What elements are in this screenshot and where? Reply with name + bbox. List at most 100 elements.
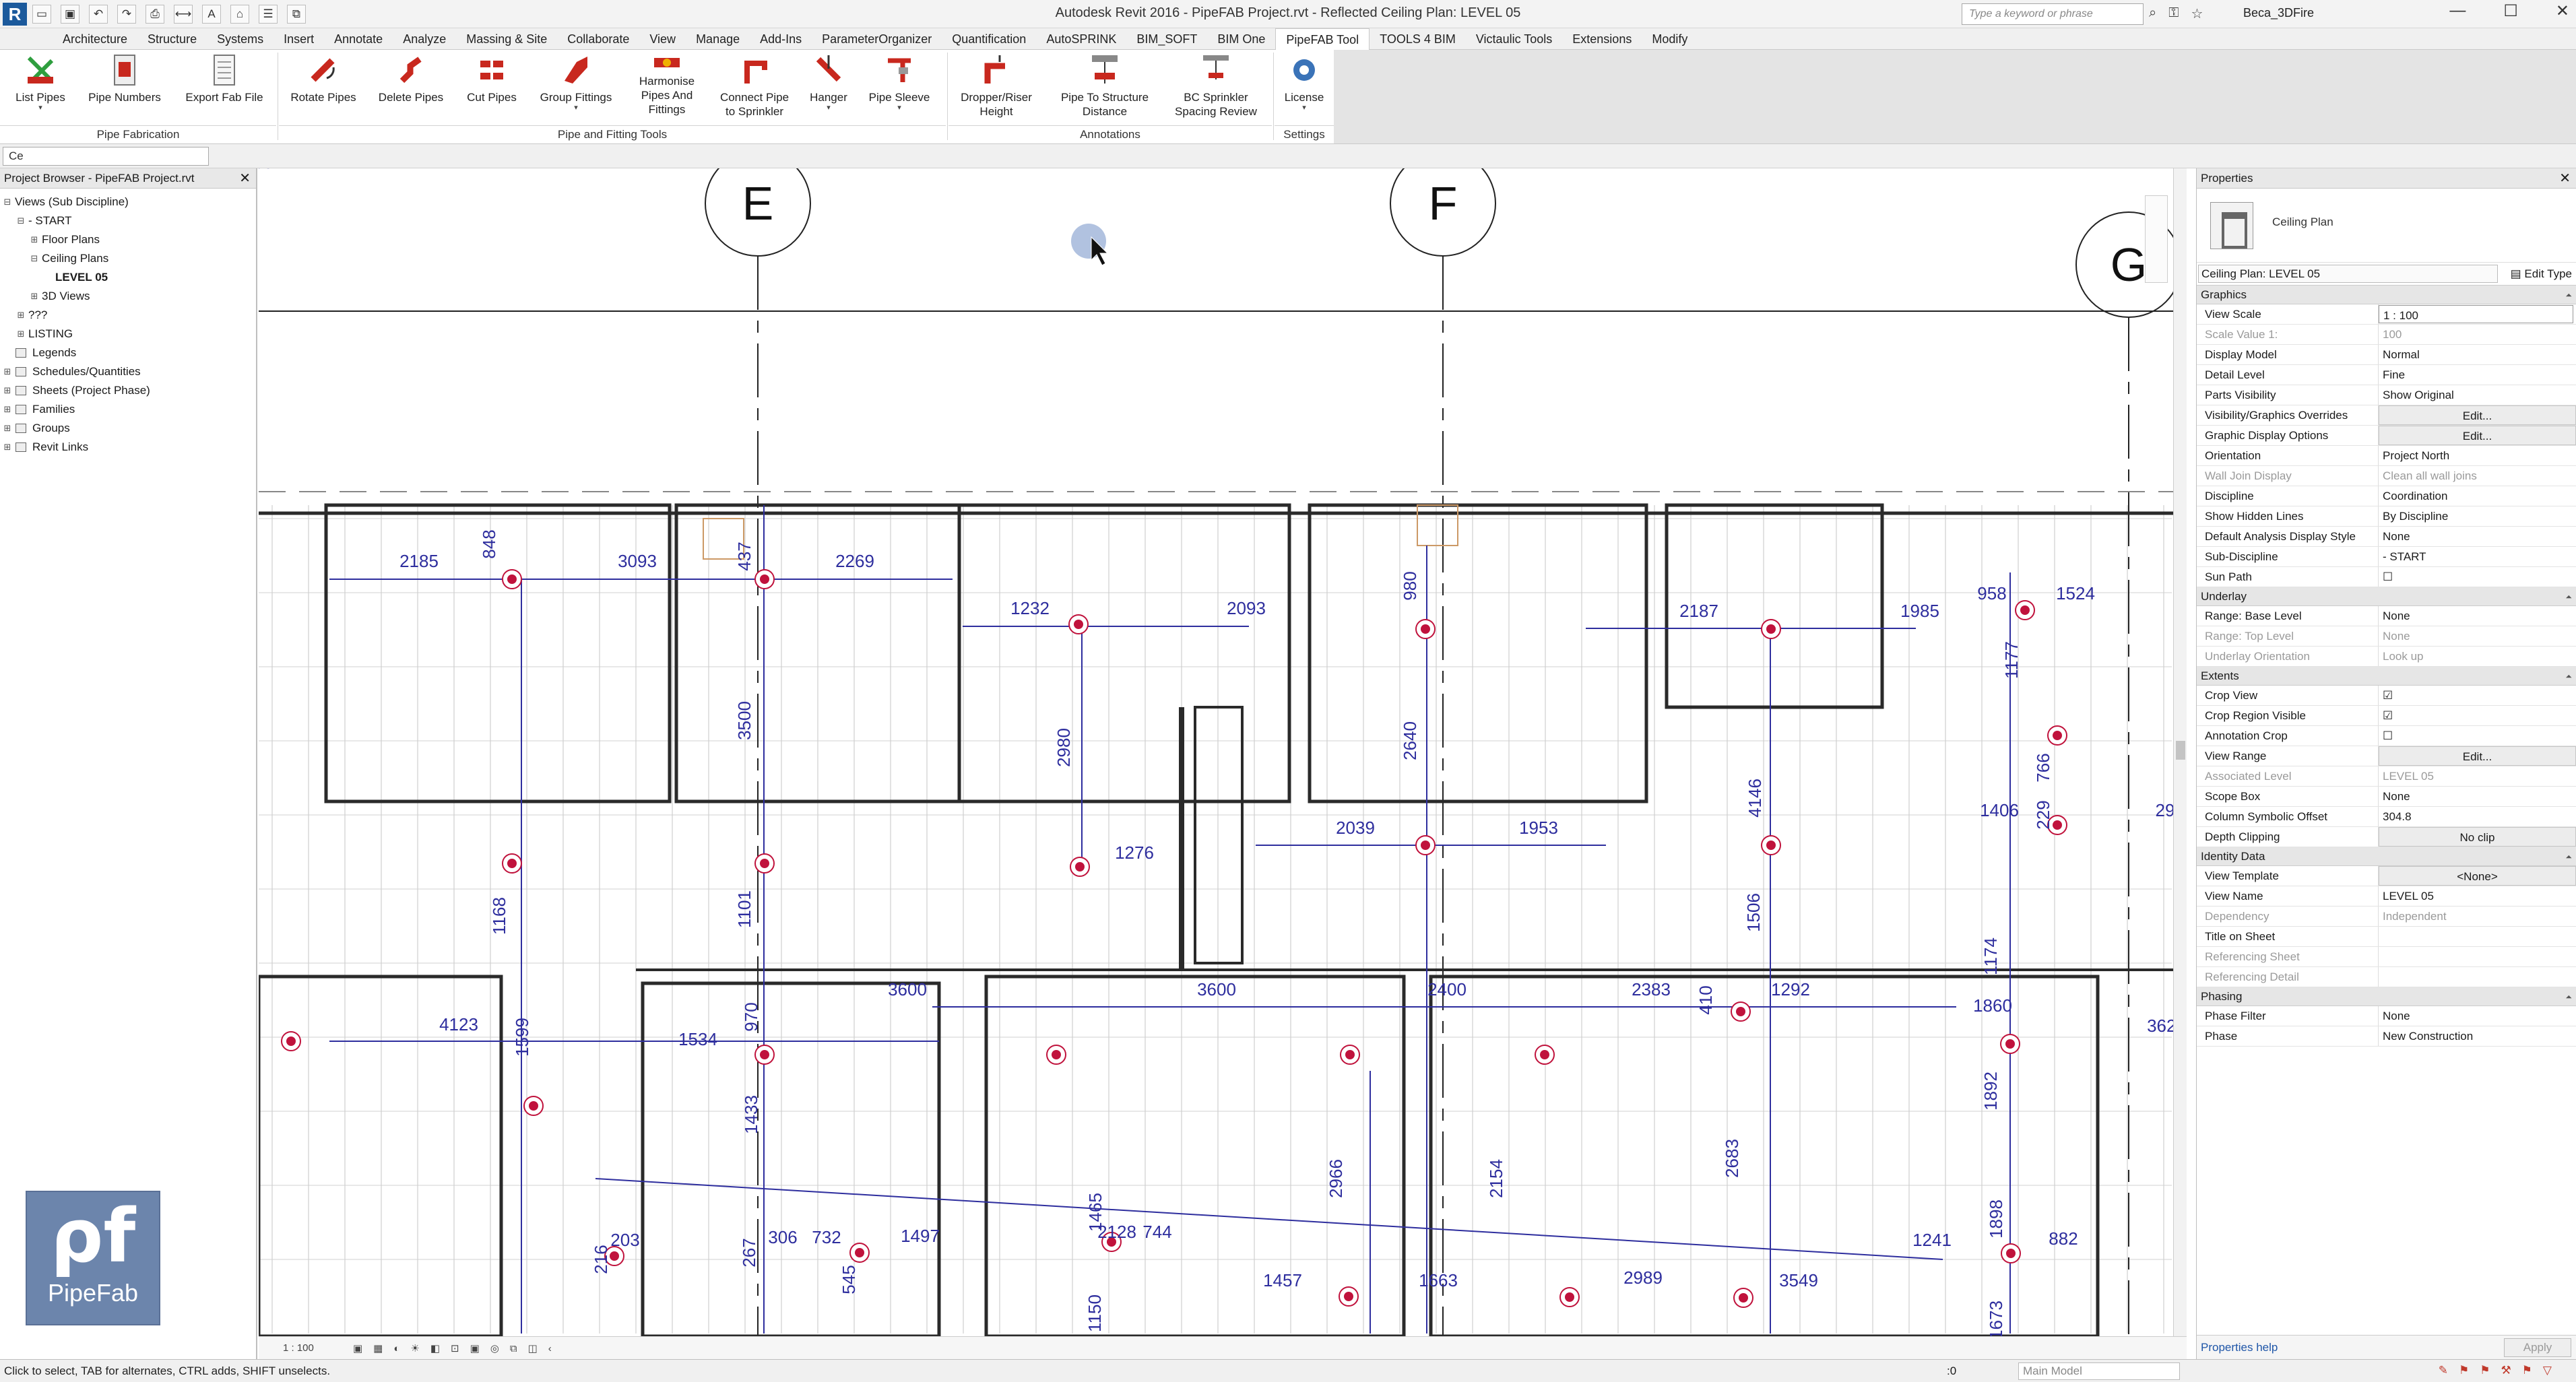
tab-modify[interactable]: Modify	[1642, 28, 1698, 50]
property-value[interactable]: LEVEL 05	[2379, 886, 2576, 906]
expand-toggle-icon[interactable]: ⊞	[3, 438, 12, 457]
property-value[interactable]: By Discipline	[2379, 506, 2576, 526]
property-value[interactable]: ☐	[2379, 726, 2576, 746]
property-value[interactable]: ☑	[2379, 686, 2576, 705]
browser-item[interactable]: ⊞ Groups	[0, 419, 256, 438]
type-selector[interactable]: Ce	[3, 147, 209, 166]
print-icon[interactable]: ⎙	[146, 5, 164, 24]
expand-toggle-icon[interactable]: ⊞	[16, 325, 26, 343]
revit-app-icon[interactable]: R	[3, 3, 27, 26]
browser-item[interactable]: ⊟ - START	[0, 211, 256, 230]
reflected-ceiling-plan[interactable]: E F G 2185 3093 2269 848 437 3500 1101 1168 1232 209…	[259, 168, 2187, 1336]
hanger-button[interactable]: Hanger ▾	[802, 53, 856, 112]
property-value[interactable]: Fine	[2379, 365, 2576, 385]
close-icon[interactable]: ✕	[2559, 168, 2571, 189]
user-account[interactable]: Beca_3DFire	[2243, 6, 2314, 20]
close-icon[interactable]: ✕	[239, 168, 251, 189]
tab-view[interactable]: View	[639, 28, 686, 50]
selection-filter-icons[interactable]: ✎⚑⚑⚒⚑▽	[2439, 1364, 2563, 1377]
tab-insert[interactable]: Insert	[273, 28, 324, 50]
subscription-icon[interactable]: ⚿	[2168, 5, 2179, 22]
tab-extensions[interactable]: Extensions	[1562, 28, 1642, 50]
property-edit-button[interactable]: Edit...	[2379, 426, 2576, 445]
browser-item[interactable]: Legends	[0, 343, 256, 362]
group-fittings-button[interactable]: Group Fittings ▾	[532, 53, 620, 112]
property-value[interactable]: - START	[2379, 547, 2576, 566]
tab-parameterorganizer[interactable]: ParameterOrganizer	[812, 28, 942, 50]
text-icon[interactable]: A	[202, 5, 221, 24]
property-value[interactable]: 304.8	[2379, 807, 2576, 826]
tab-collaborate[interactable]: Collaborate	[557, 28, 639, 50]
property-value[interactable]: ☑	[2379, 706, 2576, 725]
property-group-header[interactable]: Graphics	[2197, 286, 2576, 304]
browser-item[interactable]: LEVEL 05	[0, 268, 256, 287]
property-edit-button[interactable]: Edit...	[2379, 405, 2576, 425]
pipe-to-structure-button[interactable]: Pipe To Structure Distance	[1058, 53, 1152, 119]
3d-view-icon[interactable]: ⌂	[230, 5, 249, 24]
property-value[interactable]: None	[2379, 606, 2576, 626]
harmonise-button[interactable]: Harmonise Pipes And Fittings	[626, 53, 707, 117]
property-group-header[interactable]: Phasing	[2197, 987, 2576, 1006]
expand-toggle-icon[interactable]: ⊟	[30, 249, 39, 268]
browser-item[interactable]: ⊟ Views (Sub Discipline)	[0, 193, 256, 211]
tab-massing-site[interactable]: Massing & Site	[456, 28, 557, 50]
favorites-icon[interactable]: ☆	[2191, 5, 2203, 22]
tab-manage[interactable]: Manage	[686, 28, 750, 50]
minimize-icon[interactable]: —	[2449, 1, 2466, 21]
measure-icon[interactable]: ⟷	[174, 5, 193, 24]
tab-annotate[interactable]: Annotate	[324, 28, 393, 50]
property-edit-button[interactable]: No clip	[2379, 827, 2576, 847]
expand-toggle-icon[interactable]: ⊟	[16, 211, 26, 230]
browser-item[interactable]: ⊞ LISTING	[0, 325, 256, 343]
rotate-pipes-button[interactable]: Rotate Pipes	[283, 53, 364, 104]
tab-add-ins[interactable]: Add-Ins	[750, 28, 812, 50]
property-value[interactable]: None	[2379, 1006, 2576, 1026]
expand-toggle-icon[interactable]: ⊞	[3, 400, 12, 419]
browser-item[interactable]: ⊟ Ceiling Plans	[0, 249, 256, 268]
expand-toggle-icon[interactable]: ⊞	[3, 419, 12, 438]
save-icon[interactable]: ▣	[61, 5, 79, 24]
property-value[interactable]: New Construction	[2379, 1026, 2576, 1046]
drawing-canvas[interactable]: E F G 2185 3093 2269 848 437 3500 1101 1168 1232 209…	[259, 168, 2187, 1359]
expand-toggle-icon[interactable]: ⊞	[3, 362, 12, 381]
instance-selector[interactable]: Ceiling Plan: LEVEL 05	[2198, 265, 2498, 283]
expand-toggle-icon[interactable]: ⊞	[30, 287, 39, 306]
export-fab-file-button[interactable]: Export Fab File	[181, 53, 268, 104]
browser-item[interactable]: ⊞ Families	[0, 400, 256, 419]
maximize-icon[interactable]: ☐	[2503, 1, 2518, 21]
property-group-header[interactable]: Extents	[2197, 667, 2576, 686]
binoculars-icon[interactable]: ⌕	[2149, 5, 2156, 22]
property-group-header[interactable]: Underlay	[2197, 587, 2576, 606]
view-control-icons[interactable]: ▣▦◐☀◧⊡▣◎⧉◫‹	[353, 1342, 562, 1354]
expand-toggle-icon[interactable]: ⊟	[3, 193, 12, 211]
cut-pipes-button[interactable]: Cut Pipes	[458, 53, 525, 104]
property-value[interactable]: 1 : 100	[2379, 305, 2573, 323]
thin-lines-icon[interactable]: ☰	[259, 5, 278, 24]
redo-icon[interactable]: ↷	[117, 5, 136, 24]
property-edit-button[interactable]: <None>	[2379, 866, 2576, 886]
tab-architecture[interactable]: Architecture	[53, 28, 137, 50]
property-value[interactable]: None	[2379, 527, 2576, 546]
view-scale-label[interactable]: 1 : 100	[283, 1342, 314, 1354]
design-option-selector[interactable]: Main Model	[2018, 1362, 2180, 1380]
list-pipes-button[interactable]: List Pipes ▾	[7, 53, 74, 112]
tab-systems[interactable]: Systems	[207, 28, 273, 50]
navigation-bar[interactable]	[2145, 195, 2168, 283]
property-edit-button[interactable]: Edit...	[2379, 746, 2576, 766]
pipe-numbers-button[interactable]: Pipe Numbers	[81, 53, 168, 104]
browser-item[interactable]: ⊞ 3D Views	[0, 287, 256, 306]
property-value[interactable]	[2379, 927, 2576, 946]
expand-toggle-icon[interactable]: ⊞	[30, 230, 39, 249]
bc-sprinkler-spacing-button[interactable]: BC Sprinkler Spacing Review	[1165, 53, 1266, 119]
property-value[interactable]: ☐	[2379, 567, 2576, 587]
tab-quantification[interactable]: Quantification	[942, 28, 1036, 50]
property-value[interactable]: Normal	[2379, 345, 2576, 364]
vertical-scrollbar[interactable]	[2173, 168, 2187, 1336]
tab-structure[interactable]: Structure	[137, 28, 207, 50]
browser-item[interactable]: ⊞ Revit Links	[0, 438, 256, 457]
tab-victaulic-tools[interactable]: Victaulic Tools	[1466, 28, 1562, 50]
property-value[interactable]: Project North	[2379, 446, 2576, 465]
switch-windows-icon[interactable]: ⧉	[287, 5, 306, 24]
browser-item[interactable]: ⊞???	[0, 306, 256, 325]
search-input[interactable]: Type a keyword or phrase	[1962, 3, 2144, 25]
